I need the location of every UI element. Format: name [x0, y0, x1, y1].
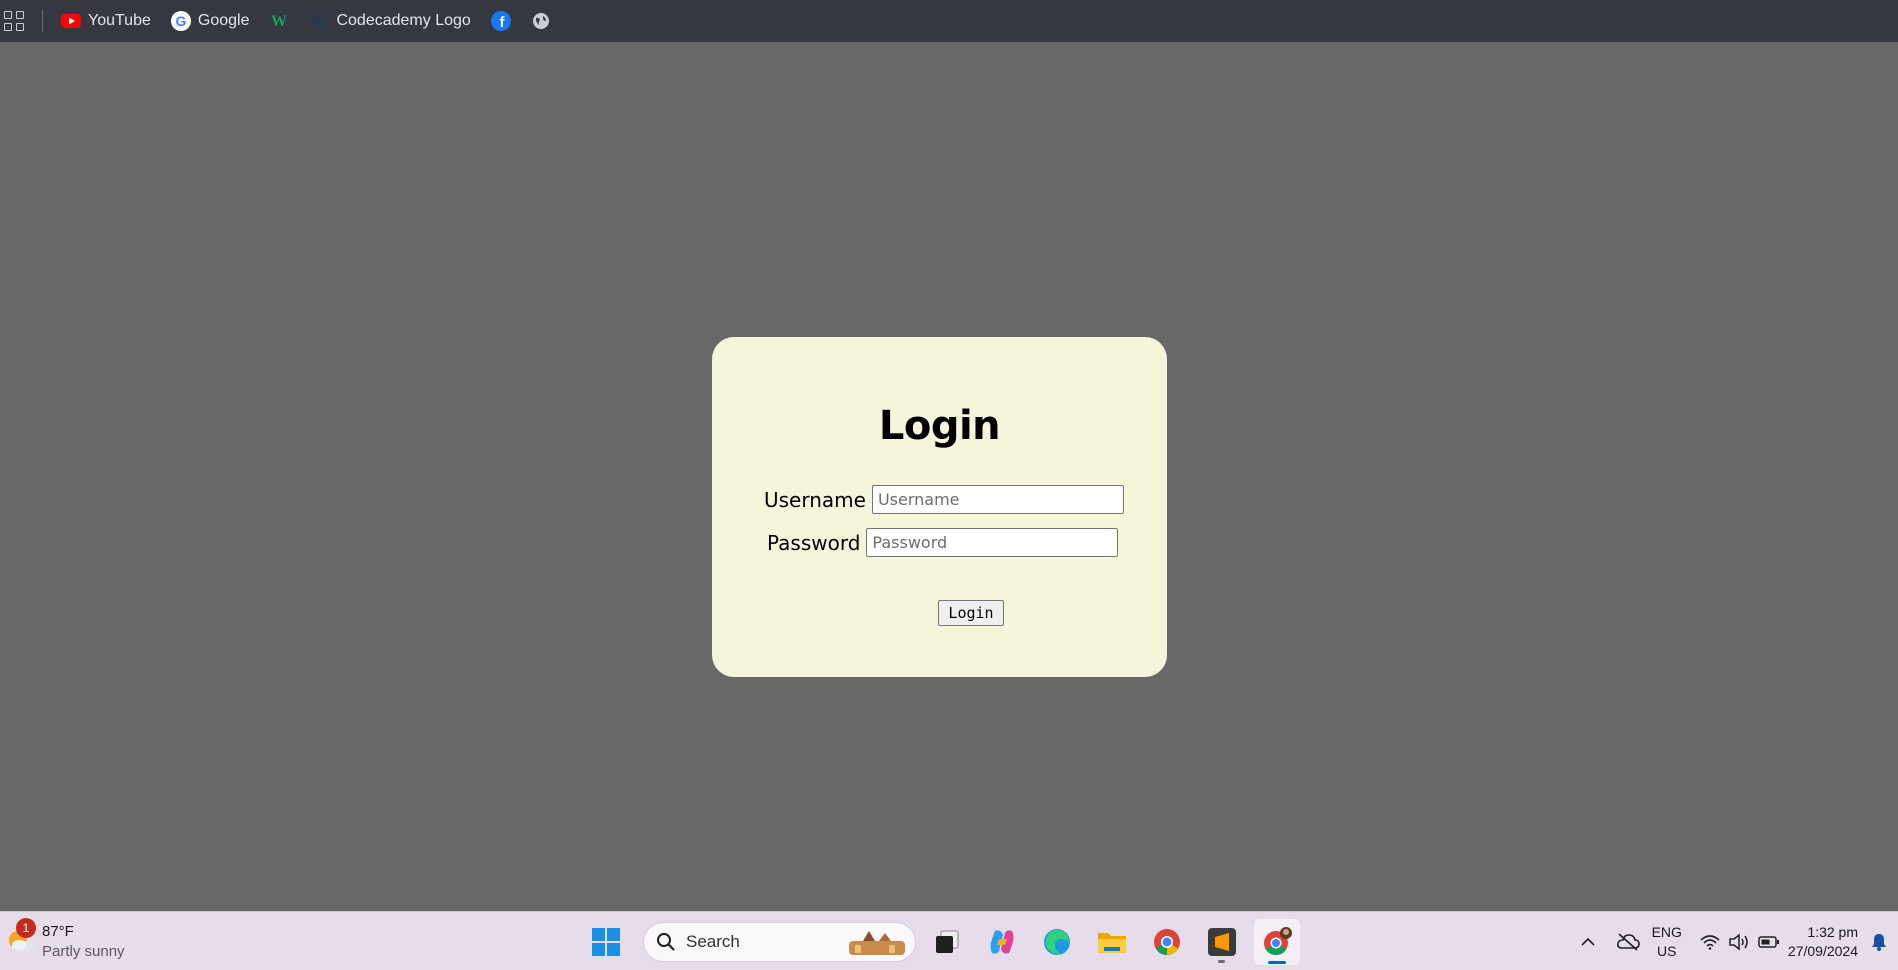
- facebook-icon: f: [490, 11, 511, 31]
- svg-text:W: W: [271, 13, 287, 29]
- username-row: Username: [764, 485, 1124, 514]
- bookmark-youtube[interactable]: YouTube: [61, 6, 151, 36]
- show-hidden-icons-button[interactable]: [1572, 937, 1604, 947]
- google-icon: G: [170, 11, 191, 31]
- language-indicator[interactable]: ENG US: [1652, 923, 1682, 961]
- chrome-icon: [1154, 929, 1180, 956]
- taskbar-center: Search: [583, 919, 1309, 965]
- cloud-off-icon: [1616, 932, 1640, 951]
- weather-badge: 1: [16, 918, 36, 938]
- clock-time: 1:32 pm: [1807, 923, 1858, 940]
- sublime-text-button[interactable]: [1199, 919, 1245, 965]
- globe-icon: [531, 11, 551, 31]
- start-button[interactable]: [583, 919, 629, 965]
- password-input[interactable]: [866, 528, 1119, 557]
- language-code: ENG: [1651, 923, 1682, 940]
- bookmark-codecademy[interactable]: Codecademy Logo: [309, 6, 471, 36]
- sublime-text-icon: [1208, 928, 1236, 956]
- battery-button[interactable]: [1754, 935, 1784, 948]
- bookmarks-bar: YouTube G Google W Codecademy Logo f: [0, 0, 1898, 42]
- volume-icon: [1729, 932, 1748, 951]
- svg-text:G: G: [175, 13, 186, 29]
- codecademy-icon: [309, 11, 329, 31]
- chrome-profile-icon: [1264, 927, 1292, 956]
- bookmark-label: YouTube: [88, 12, 151, 29]
- bookmarks-separator: [42, 10, 43, 32]
- search-highlight-icon: [849, 931, 905, 955]
- login-button[interactable]: Login: [938, 600, 1004, 626]
- copilot-icon: [990, 930, 1014, 954]
- wifi-button[interactable]: [1696, 934, 1724, 950]
- weather-condition: Partly sunny: [42, 943, 125, 960]
- battery-icon: [1758, 935, 1779, 948]
- username-input[interactable]: [871, 485, 1124, 514]
- running-indicator: [1218, 960, 1225, 963]
- active-indicator: [1268, 961, 1286, 964]
- notifications-button[interactable]: [1864, 933, 1894, 951]
- edge-button[interactable]: [1034, 919, 1080, 965]
- bookmark-google[interactable]: G Google: [170, 6, 250, 36]
- bell-icon: [1872, 933, 1886, 951]
- file-explorer-button[interactable]: [1089, 919, 1135, 965]
- youtube-icon: [61, 11, 81, 31]
- language-region: US: [1657, 942, 1677, 959]
- clock-date: 27/09/2024: [1787, 942, 1858, 959]
- login-card: Login Username Password Login: [712, 337, 1167, 677]
- windows-icon: [592, 928, 620, 956]
- bookmark-label: Google: [197, 12, 250, 29]
- search-placeholder: Search: [686, 932, 740, 951]
- wifi-icon: [1700, 934, 1720, 950]
- username-label: Username: [764, 487, 866, 512]
- login-title: Login: [878, 403, 1001, 449]
- system-tray: ENG US 1:32 pm 27/09/2024: [1572, 912, 1898, 970]
- task-view-icon: [936, 930, 959, 953]
- weather-widget[interactable]: 1 87°F Partly sunny: [4, 918, 125, 962]
- copilot-button[interactable]: [979, 919, 1025, 965]
- password-row: Password: [767, 528, 1119, 557]
- w-logo-icon: W: [269, 11, 289, 31]
- chrome-profile-button[interactable]: [1254, 919, 1300, 965]
- chevron-up-icon: [1581, 937, 1595, 946]
- chrome-button[interactable]: [1144, 919, 1190, 965]
- clock[interactable]: 1:32 pm 27/09/2024: [1788, 923, 1858, 961]
- bookmark-facebook[interactable]: f: [490, 6, 511, 36]
- bookmark-label: Codecademy Logo: [336, 12, 471, 29]
- task-view-button[interactable]: [924, 919, 970, 965]
- edge-icon: [1044, 929, 1070, 955]
- bookmark-w[interactable]: W: [269, 6, 289, 36]
- password-label: Password: [767, 530, 861, 555]
- bookmark-globe[interactable]: [531, 6, 551, 36]
- search-icon: [657, 933, 675, 951]
- folder-icon: [1098, 933, 1126, 953]
- taskbar-search[interactable]: Search: [643, 922, 916, 962]
- taskbar: 1 87°F Partly sunny Search ENG US 1:32 p…: [0, 911, 1898, 970]
- volume-button[interactable]: [1724, 932, 1754, 951]
- apps-grid-icon[interactable]: [4, 11, 24, 31]
- weather-temp: 87°F: [42, 923, 74, 940]
- onedrive-button[interactable]: [1612, 932, 1644, 951]
- partly-sunny-icon: 1: [4, 918, 40, 958]
